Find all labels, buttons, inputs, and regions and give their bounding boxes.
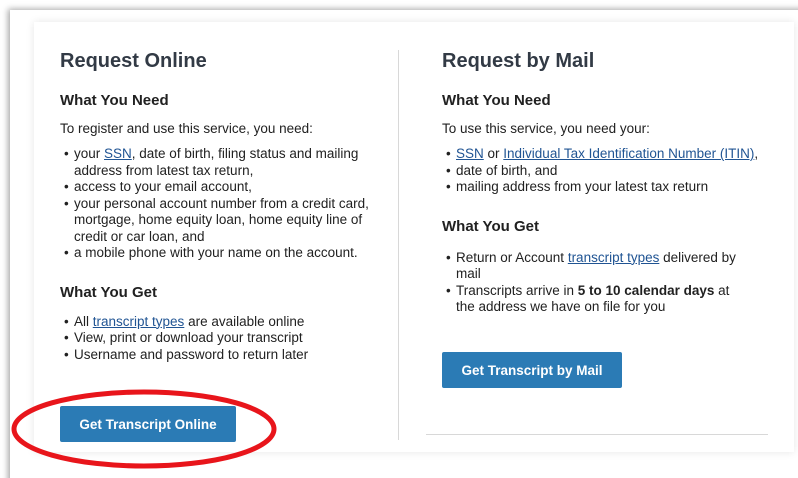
online-get-heading: What You Get — [60, 283, 157, 301]
itin-link[interactable]: Individual Tax Identification Number (IT… — [503, 146, 754, 161]
online-need-list: your SSN, date of birth, filing status a… — [60, 146, 390, 262]
list-item: SSN or Individual Tax Identification Num… — [442, 146, 782, 163]
ssn-link[interactable]: SSN — [104, 146, 132, 161]
list-item: Transcripts arrive in 5 to 10 calendar d… — [442, 283, 742, 316]
request-by-mail-section: Request by Mail What You Need To use thi… — [442, 50, 782, 316]
list-item: a mobile phone with your name on the acc… — [60, 245, 390, 262]
mail-get-list: Return or Account transcript types deliv… — [442, 250, 742, 316]
request-by-mail-title: Request by Mail — [442, 50, 595, 72]
list-item: Username and password to return later — [60, 347, 390, 364]
get-transcript-online-button[interactable]: Get Transcript Online — [60, 406, 236, 442]
online-get-list: All transcript types are available onlin… — [60, 314, 390, 364]
mail-need-heading: What You Need — [442, 92, 551, 109]
online-need-intro: To register and use this service, you ne… — [60, 121, 313, 136]
online-need-heading: What You Need — [60, 92, 169, 109]
list-item: access to your email account, — [60, 179, 390, 196]
request-online-section: Request Online What You Need To register… — [60, 50, 390, 363]
mail-get-heading: What You Get — [442, 217, 539, 235]
list-item: Return or Account transcript types deliv… — [442, 250, 742, 283]
list-item: mailing address from your latest tax ret… — [442, 179, 782, 196]
column-divider — [398, 50, 399, 440]
transcript-types-link[interactable]: transcript types — [93, 314, 185, 329]
delivery-time: 5 to 10 calendar days — [577, 282, 715, 298]
right-column-bottom-rule — [426, 434, 768, 435]
request-online-title: Request Online — [60, 50, 207, 72]
list-item: your SSN, date of birth, filing status a… — [60, 146, 390, 179]
list-item: View, print or download your transcript — [60, 330, 390, 347]
ssn-link[interactable]: SSN — [456, 146, 484, 161]
list-item: date of birth, and — [442, 163, 782, 180]
list-item: your personal account number from a cred… — [60, 196, 390, 246]
list-item: All transcript types are available onlin… — [60, 314, 390, 331]
transcript-types-link[interactable]: transcript types — [568, 250, 660, 265]
mail-need-list: SSN or Individual Tax Identification Num… — [442, 146, 782, 196]
mail-need-intro: To use this service, you need your: — [442, 121, 650, 136]
get-transcript-by-mail-button[interactable]: Get Transcript by Mail — [442, 352, 622, 388]
